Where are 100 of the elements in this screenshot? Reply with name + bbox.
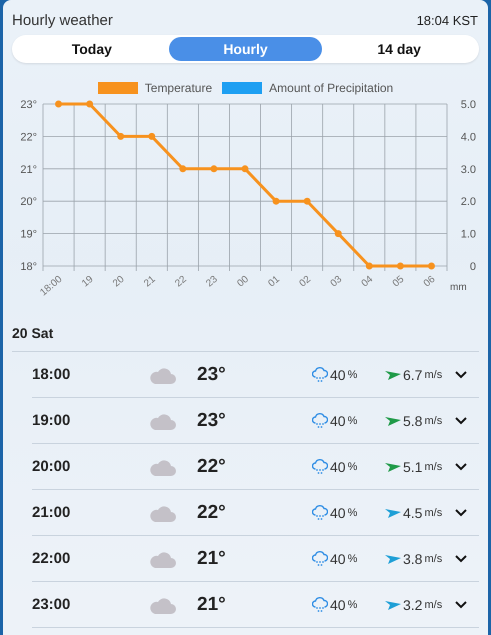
axis-label: 03 [328, 274, 344, 290]
axis-label: 2.0 [460, 196, 476, 208]
wind-speed: 3.2 [403, 596, 422, 612]
data-point [86, 100, 94, 108]
axis-label: 21° [20, 164, 37, 176]
axis-label: 20 [111, 274, 127, 290]
data-point [272, 198, 280, 205]
rain-icon [312, 458, 328, 474]
wind-speed: 6.7 [403, 366, 422, 382]
rain-icon [312, 504, 328, 520]
axis-label: 21 [142, 274, 158, 290]
temperature: 21° [197, 594, 227, 616]
forecast-row[interactable]: 19:00 23° 40% 5.8 m/s [32, 398, 479, 444]
tab[interactable]: 14 day [322, 37, 476, 61]
unit: % [348, 598, 358, 610]
precipitation-chance: 40 [330, 504, 346, 520]
axis-label: 0 [470, 261, 476, 273]
axis-label: 22° [20, 131, 37, 144]
data-point [242, 165, 248, 172]
unit: m/s [424, 368, 442, 380]
axis-label: 1.0 [460, 228, 476, 241]
axis-label: 04 [360, 274, 376, 290]
axis-label: 5.0 [460, 99, 476, 111]
wind-speed: 3.8 [403, 550, 422, 566]
temperature: 23° [197, 410, 227, 432]
legend-label: Temperature [144, 81, 212, 95]
temperature: 22° [197, 456, 227, 478]
unit: % [348, 506, 358, 518]
data-point [396, 262, 404, 270]
precipitation-chance: 40 [330, 366, 346, 382]
axis-label: 18° [20, 261, 37, 273]
axis-label: 22 [173, 274, 189, 290]
forecast-row[interactable]: 23:00 21° 40% 3.2 m/s [32, 582, 479, 628]
chevron-icon[interactable] [455, 370, 467, 378]
chevron-icon[interactable] [455, 508, 467, 516]
cloud-icon [150, 366, 176, 384]
temperature: 22° [197, 502, 227, 524]
axis-label: 02 [298, 274, 314, 290]
rain-icon [312, 366, 328, 382]
wind-speed: 4.5 [403, 504, 422, 520]
wind-speed: 5.8 [403, 412, 422, 428]
chevron-icon[interactable] [455, 416, 467, 424]
temperature: 21° [197, 548, 227, 570]
data-point [210, 165, 218, 172]
data-point [366, 262, 373, 270]
unit: % [348, 460, 358, 472]
unit: % [348, 552, 358, 564]
data-point [428, 262, 435, 270]
legend-label: Amount of Precipitation [269, 81, 394, 95]
cloud-icon [150, 504, 176, 522]
data-point [179, 165, 186, 172]
unit: m/s [424, 460, 442, 472]
chevron-icon[interactable] [455, 462, 467, 470]
rain-icon [312, 596, 328, 612]
axis-label: 05 [390, 274, 406, 290]
unit: m/s [424, 598, 442, 610]
axis-label: 4.0 [460, 131, 476, 144]
axis-unit: mm [450, 282, 467, 293]
axis-label: 20° [20, 196, 37, 208]
axis-label: 23° [20, 99, 37, 111]
axis-label: 23 [204, 274, 220, 290]
forecast-row[interactable]: 18:00 23° 40% 6.7 m/s [32, 352, 479, 398]
axis-label: 06 [422, 274, 438, 290]
day-heading: 20 Sat [11, 324, 54, 341]
data-point [55, 100, 62, 108]
rain-icon [312, 412, 328, 428]
hour: 18:00 [32, 366, 72, 383]
axis-label: 3.0 [460, 164, 476, 176]
precipitation-chance: 40 [330, 458, 346, 474]
cloud-icon [150, 550, 176, 568]
chevron-icon[interactable] [455, 600, 467, 608]
temperature: 23° [197, 364, 227, 386]
wind-speed: 5.1 [403, 458, 422, 474]
data-point [117, 132, 124, 140]
data-point [334, 230, 342, 238]
unit: % [348, 414, 358, 426]
axis-label: 00 [235, 274, 251, 290]
axis-label: 01 [266, 274, 282, 290]
hour: 19:00 [32, 412, 72, 429]
forecast-row[interactable]: 20:00 22° 40% 5.1 m/s [32, 444, 479, 490]
tab[interactable]: Today [15, 37, 169, 61]
cloud-icon [150, 412, 176, 430]
cloud-icon [150, 596, 176, 614]
precipitation-chance: 40 [330, 596, 346, 612]
unit: % [348, 368, 358, 380]
hour: 22:00 [32, 550, 72, 567]
rain-icon [312, 550, 328, 566]
hour: 20:00 [32, 458, 72, 475]
forecast-row[interactable]: 22:00 21° 40% 3.8 m/s [32, 536, 479, 582]
panel-title: Hourly weather [12, 12, 113, 28]
unit: m/s [424, 506, 442, 518]
hour: 23:00 [32, 596, 72, 613]
unit: m/s [424, 414, 442, 426]
data-point [148, 132, 156, 140]
cloud-icon [150, 458, 176, 476]
forecast-row[interactable]: 21:00 22° 40% 4.5 m/s [32, 490, 479, 536]
unit: m/s [424, 552, 442, 564]
axis-label: 19° [20, 228, 37, 241]
precipitation-chance: 40 [330, 412, 346, 428]
chevron-icon[interactable] [455, 554, 467, 562]
